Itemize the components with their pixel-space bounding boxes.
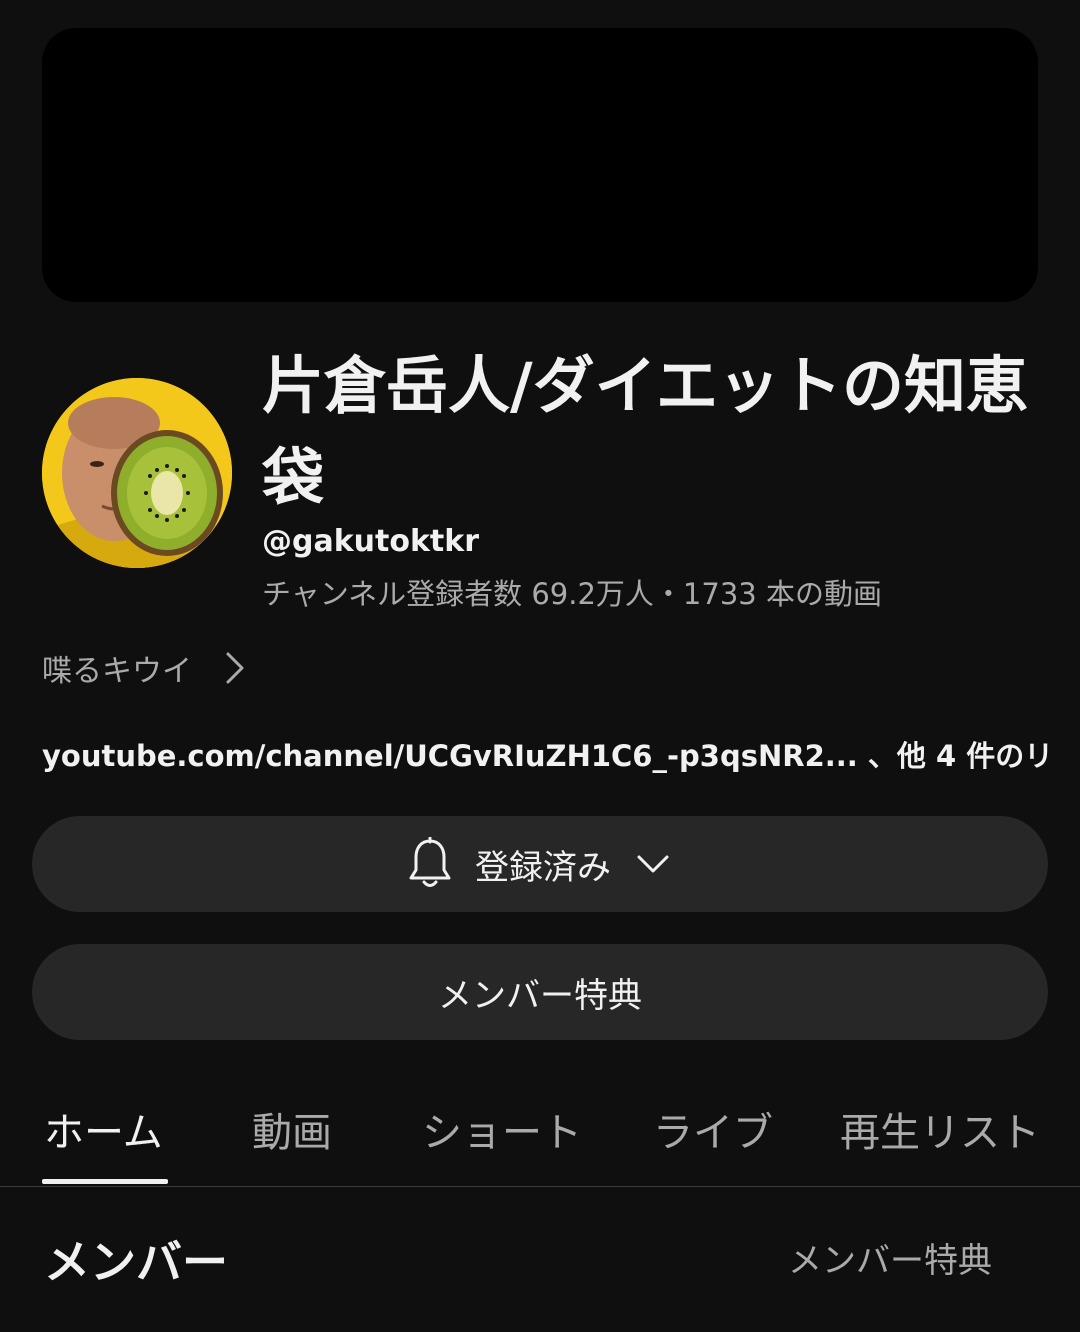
channel-page: 片倉岳人/ダイエットの知恵袋 @gakutoktkr チャンネル登録者数 69.… bbox=[0, 0, 1080, 1332]
avatar-image bbox=[42, 378, 232, 568]
tab-videos[interactable]: 動画 bbox=[252, 1100, 332, 1158]
subscribed-button[interactable]: 登録済み bbox=[32, 816, 1048, 912]
member-perks-button[interactable]: メンバー特典 bbox=[32, 944, 1048, 1040]
bell-icon bbox=[409, 837, 451, 887]
tab-shorts[interactable]: ショート bbox=[422, 1100, 582, 1158]
channel-handle: @gakutoktkr bbox=[262, 524, 480, 559]
chevron-down-icon bbox=[637, 855, 669, 873]
chevron-right-icon bbox=[226, 652, 244, 684]
channel-title: 片倉岳人/ダイエットの知恵袋 bbox=[262, 349, 1029, 514]
subscribed-label: 登録済み bbox=[475, 847, 611, 888]
description-text: 喋るキウイ bbox=[42, 654, 192, 689]
channel-stats: チャンネル登録者数 69.2万人・1733 本の動画 bbox=[262, 577, 882, 611]
channel-banner bbox=[42, 28, 1038, 302]
channel-links[interactable]: youtube.com/channel/UCGvRIuZH1C6_-p3qsNR… bbox=[42, 733, 1052, 775]
channel-description[interactable]: 喋るキウイ bbox=[42, 646, 248, 690]
channel-tabs: ホーム 動画 ショート ライブ 再生リスト bbox=[0, 1080, 1080, 1187]
member-perks-label: メンバー特典 bbox=[438, 975, 642, 1016]
tab-live[interactable]: ライブ bbox=[653, 1100, 773, 1158]
tab-home[interactable]: ホーム bbox=[44, 1100, 163, 1158]
members-section-title: メンバー bbox=[44, 1235, 228, 1289]
active-tab-indicator bbox=[42, 1179, 168, 1184]
tab-playlists[interactable]: 再生リスト bbox=[840, 1100, 1040, 1158]
channel-avatar[interactable] bbox=[42, 378, 232, 568]
members-section-link[interactable]: メンバー特典 bbox=[788, 1233, 992, 1282]
